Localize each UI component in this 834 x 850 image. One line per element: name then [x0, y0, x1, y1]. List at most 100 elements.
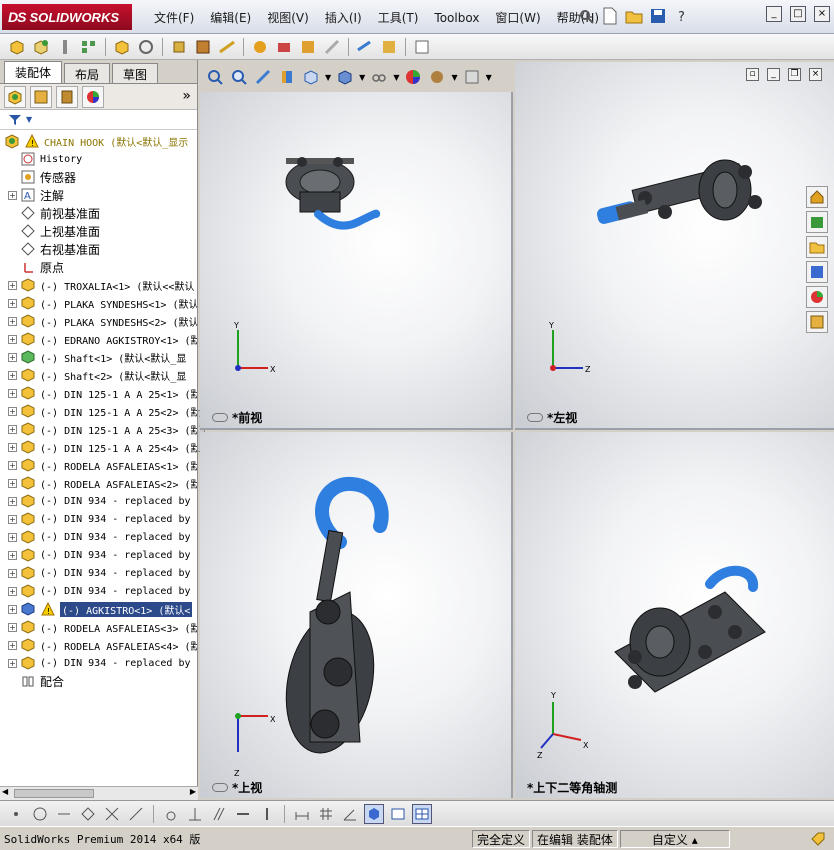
configuration-manager-icon[interactable]: [56, 85, 78, 108]
expand-icon[interactable]: +: [8, 190, 17, 200]
check-icon[interactable]: [297, 36, 319, 58]
tree-item[interactable]: 传感器: [0, 168, 197, 186]
shaded-display-icon[interactable]: [364, 803, 384, 824]
scroll-right-icon[interactable]: ▶: [190, 787, 196, 796]
tree-item[interactable]: + (-) DIN 125-1 A A 25<3> (默: [0, 420, 197, 438]
view-settings-dropdown-icon[interactable]: ▼: [486, 73, 492, 82]
solidworks-logo[interactable]: DS SOLIDWORKS: [2, 4, 132, 30]
feature-manager-icon[interactable]: [4, 85, 26, 108]
apply-scene-dropdown-icon[interactable]: ▼: [451, 73, 457, 82]
help-icon[interactable]: ?: [672, 6, 692, 26]
tab-assembly[interactable]: 装配体: [4, 61, 63, 83]
instant3d-icon[interactable]: [273, 36, 295, 58]
filter-dropdown-icon[interactable]: ▼: [26, 115, 32, 124]
tree-item[interactable]: History: [0, 150, 197, 168]
intersection-snap-icon[interactable]: [102, 804, 122, 824]
expand-icon[interactable]: +: [8, 478, 17, 488]
expand-icon[interactable]: +: [8, 334, 17, 344]
explode-view-icon[interactable]: [192, 36, 214, 58]
hide-show-items-icon[interactable]: [369, 67, 389, 87]
mass-properties-icon[interactable]: [378, 36, 400, 58]
scroll-left-icon[interactable]: ◀: [2, 787, 8, 796]
previous-view-icon[interactable]: [253, 67, 273, 87]
expand-icon[interactable]: +: [8, 298, 17, 308]
midpoint-snap-icon[interactable]: [54, 804, 74, 824]
zoom-to-fit-icon[interactable]: [205, 67, 225, 87]
view-palette-icon[interactable]: [806, 261, 828, 283]
tree-item[interactable]: + (-) EDRANO AGKISTROY<1> (默: [0, 330, 197, 348]
restore-icon[interactable]: □: [790, 6, 806, 22]
expand-icon[interactable]: +: [8, 658, 17, 668]
menu-item-4[interactable]: 工具(T): [370, 9, 427, 27]
menu-item-1[interactable]: 编辑(E): [202, 9, 259, 27]
display-manager-icon[interactable]: [82, 85, 104, 108]
edit-appearance-icon[interactable]: [403, 67, 423, 87]
new-document-icon[interactable]: [600, 6, 620, 26]
expand-icon[interactable]: +: [8, 514, 17, 524]
link-views-icon[interactable]: [212, 413, 228, 422]
tree-item[interactable]: 上视基准面: [0, 222, 197, 240]
minimize-icon[interactable]: _: [766, 6, 782, 22]
smart-fasteners-icon[interactable]: [168, 36, 190, 58]
tree-item[interactable]: + (-) DIN 125-1 A A 25<1> (默: [0, 384, 197, 402]
menu-item-0[interactable]: 文件(F): [146, 9, 202, 27]
quadrant-snap-icon[interactable]: [78, 804, 98, 824]
expand-icon[interactable]: +: [8, 370, 17, 380]
view-orientation-icon[interactable]: [301, 67, 321, 87]
angle-snap-icon[interactable]: [340, 804, 360, 824]
perpendicular-snap-icon[interactable]: [185, 804, 205, 824]
tree-item[interactable]: + (-) DIN 934 - replaced by: [0, 582, 197, 600]
tree-item[interactable]: + (-) RODELA ASFALEIAS<2> (默: [0, 474, 197, 492]
interference-detection-icon[interactable]: [216, 36, 238, 58]
expand-icon[interactable]: +: [8, 550, 17, 560]
zoom-area-icon[interactable]: [229, 67, 249, 87]
length-snap-icon[interactable]: [292, 804, 312, 824]
file-explorer-icon[interactable]: [806, 236, 828, 258]
horizontal-snap-icon[interactable]: [233, 804, 253, 824]
menu-item-5[interactable]: Toolbox: [426, 9, 487, 27]
expand-icon[interactable]: +: [8, 586, 17, 596]
assembly-visualization-icon[interactable]: [249, 36, 271, 58]
nearest-snap-icon[interactable]: [126, 804, 146, 824]
expand-icon[interactable]: +: [8, 622, 17, 632]
view-settings-icon[interactable]: [462, 67, 482, 87]
link-views-icon[interactable]: [212, 783, 228, 792]
tree-item[interactable]: + (-) DIN 934 - replaced by: [0, 654, 197, 672]
tab-sketch[interactable]: 草图: [112, 63, 159, 83]
grid-snap-icon[interactable]: [316, 804, 336, 824]
tree-root-assembly[interactable]: ! CHAIN HOOK (默认<默认_显示: [0, 132, 197, 150]
expand-icon[interactable]: +: [8, 568, 17, 578]
circle-snap-icon[interactable]: [30, 804, 50, 824]
tags-icon[interactable]: [808, 829, 828, 849]
horizontal-scrollbar[interactable]: ◀ ▶: [0, 786, 198, 800]
tree-item[interactable]: 原点: [0, 258, 197, 276]
status-custom-units[interactable]: 自定义 ▴: [619, 829, 730, 848]
tree-item[interactable]: + (-) DIN 934 - replaced by: [0, 528, 197, 546]
tree-item[interactable]: + (-) RODELA ASFALEIAS<1> (默: [0, 456, 197, 474]
expand-icon[interactable]: +: [8, 460, 17, 470]
tree-item[interactable]: 右视基准面: [0, 240, 197, 258]
view-orientation-dropdown-icon[interactable]: ▼: [325, 73, 331, 82]
expand-icon[interactable]: +: [8, 388, 17, 398]
display-style-icon[interactable]: [335, 67, 355, 87]
tree-item[interactable]: + A 注解: [0, 186, 197, 204]
tree-item[interactable]: + (-) DIN 934 - replaced by: [0, 564, 197, 582]
mate-icon[interactable]: [54, 36, 76, 58]
menu-item-6[interactable]: 窗口(W): [487, 9, 548, 27]
viewport-top[interactable]: X Z *上视: [200, 432, 513, 798]
expand-icon[interactable]: +: [8, 442, 17, 452]
tree-item[interactable]: + (-) RODELA ASFALEIAS<3> (默: [0, 618, 197, 636]
viewport-front[interactable]: Y X *前视: [200, 92, 513, 430]
appearances-icon[interactable]: [806, 286, 828, 308]
expand-icon[interactable]: +: [8, 424, 17, 434]
viewport-isometric[interactable]: Y X Z *上下二等角轴测: [515, 432, 834, 798]
design-library-icon[interactable]: [806, 211, 828, 233]
four-view-icon[interactable]: [412, 803, 432, 824]
expand-icon[interactable]: +: [8, 352, 17, 362]
section-view-icon[interactable]: [277, 67, 297, 87]
vertical-snap-icon[interactable]: [257, 804, 277, 824]
tree-item[interactable]: 配合: [0, 672, 197, 690]
tree-item[interactable]: + (-) TROXALIA<1> (默认<<默认: [0, 276, 197, 294]
tree-item[interactable]: + (-) DIN 934 - replaced by: [0, 510, 197, 528]
expand-icon[interactable]: +: [8, 406, 17, 416]
